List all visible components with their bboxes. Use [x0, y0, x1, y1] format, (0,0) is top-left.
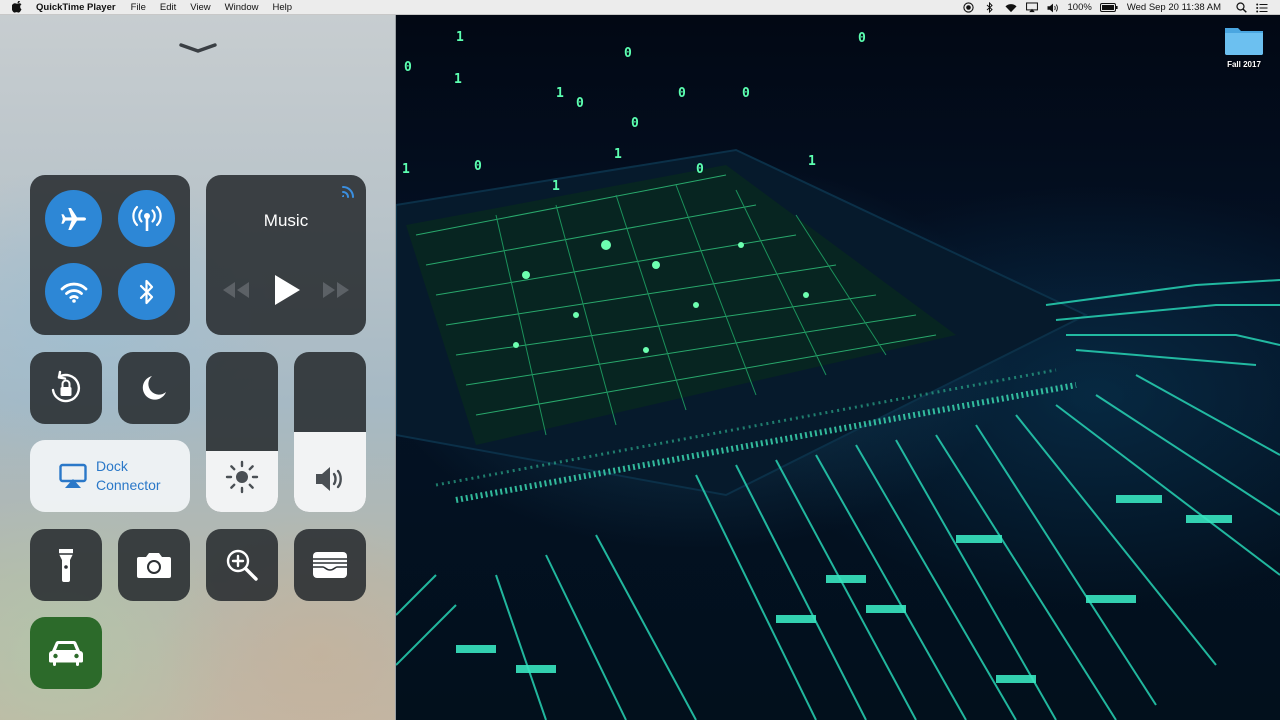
menu-clock[interactable]: Wed Sep 20 11:38 AM	[1127, 0, 1221, 15]
screen-record-icon[interactable]	[963, 2, 975, 13]
airplay-target-line1: Dock	[96, 458, 128, 474]
volume-speaker-icon	[316, 467, 342, 491]
menu-edit[interactable]: Edit	[160, 0, 176, 15]
flashlight-button[interactable]	[30, 529, 102, 601]
do-not-disturb-moon-icon	[142, 376, 166, 400]
wifi-toggle[interactable]	[45, 263, 102, 320]
desktop-folder[interactable]: Fall 2017	[1212, 24, 1276, 84]
screen-mirroring-icon	[59, 463, 87, 488]
do-not-disturb-button[interactable]	[118, 352, 190, 424]
brightness-slider[interactable]	[206, 352, 278, 512]
wallpaper-digit: 0	[631, 116, 639, 131]
dismiss-chevron-icon[interactable]	[178, 41, 218, 59]
circuit-board-graphic: 1 0 0 1 0 0 0 0 1 0 1 1 0 1 0 1	[396, 30, 1280, 720]
battery-percent: 100%	[1067, 2, 1092, 13]
spotlight-search-icon[interactable]	[1235, 2, 1247, 13]
airplane-icon	[60, 207, 86, 230]
wallpaper-digit: 1	[402, 162, 410, 177]
folder-icon	[1225, 28, 1263, 55]
airplane-mode-toggle[interactable]	[45, 190, 102, 247]
magnifier-button[interactable]	[206, 529, 278, 601]
wallpaper-digit: 0	[742, 86, 750, 101]
wallet-icon	[313, 552, 347, 578]
music-transport	[206, 273, 366, 309]
music-title: Music	[263, 211, 309, 230]
screen-mirroring-button[interactable]: Dock Connector	[30, 440, 190, 512]
menu-file[interactable]: File	[131, 0, 146, 15]
folder-label: Fall 2017	[1227, 60, 1261, 69]
notification-center-icon[interactable]	[1256, 2, 1268, 13]
apple-logo-icon[interactable]	[12, 1, 24, 13]
wallpaper-digit: 1	[456, 30, 464, 45]
cellular-antenna-icon	[131, 205, 162, 231]
magnifier-icon	[226, 549, 258, 581]
menu-bar: QuickTime Player File Edit View Window H…	[0, 0, 1280, 15]
wifi-status-icon[interactable]	[1004, 2, 1017, 13]
audio-airplay-icon[interactable]	[340, 182, 358, 205]
connectivity-module	[30, 175, 190, 335]
wallpaper-digit: 1	[556, 86, 564, 101]
menu-view[interactable]: View	[190, 0, 210, 15]
volume-status-icon[interactable]	[1047, 2, 1059, 13]
battery-icon[interactable]	[1099, 2, 1118, 13]
wallpaper-digit: 1	[808, 154, 816, 169]
wallpaper-digit: 0	[678, 86, 686, 101]
wallpaper-digit: 0	[858, 31, 866, 46]
menu-help[interactable]: Help	[272, 0, 292, 15]
brightness-sun-icon	[225, 460, 259, 494]
camera-icon	[137, 553, 171, 578]
bluetooth-status-icon[interactable]	[984, 2, 996, 13]
play-icon[interactable]	[273, 274, 301, 311]
wallpaper-digit: 0	[404, 60, 412, 75]
do-not-disturb-while-driving-button[interactable]	[30, 617, 102, 689]
wallet-button[interactable]	[294, 529, 366, 601]
wifi-icon	[60, 282, 87, 303]
flashlight-icon	[59, 549, 73, 582]
bluetooth-toggle[interactable]	[118, 263, 175, 320]
music-module: Music	[206, 175, 366, 335]
volume-slider[interactable]	[294, 352, 366, 512]
desktop-wallpaper: 1 0 0 1 0 0 0 0 1 0 1 1 0 1 0 1 Fall 201…	[396, 15, 1280, 720]
menu-window[interactable]: Window	[225, 0, 259, 15]
orientation-lock-icon	[51, 370, 80, 403]
wallpaper-digit: 0	[576, 96, 584, 111]
rewind-icon[interactable]	[222, 281, 250, 304]
wallpaper-digit: 1	[552, 179, 560, 194]
airplay-target-line2: Connector	[96, 477, 161, 493]
fast-forward-icon[interactable]	[322, 281, 350, 304]
car-icon	[49, 641, 83, 666]
orientation-lock-button[interactable]	[30, 352, 102, 424]
cellular-data-toggle[interactable]	[118, 190, 175, 247]
wallpaper-digit: 0	[624, 46, 632, 61]
airplay-status-icon[interactable]	[1025, 2, 1038, 13]
wallpaper-digit: 0	[696, 162, 704, 177]
screen-mirroring-label: Dock Connector	[96, 457, 161, 495]
control-center-panel: Music Dock Connector	[0, 15, 396, 720]
menu-app-name[interactable]: QuickTime Player	[36, 0, 116, 15]
wallpaper-digit: 0	[474, 159, 482, 174]
wallpaper-digit: 1	[454, 72, 462, 87]
camera-button[interactable]	[118, 529, 190, 601]
wallpaper-digit: 1	[614, 147, 622, 162]
bluetooth-icon	[139, 279, 153, 304]
